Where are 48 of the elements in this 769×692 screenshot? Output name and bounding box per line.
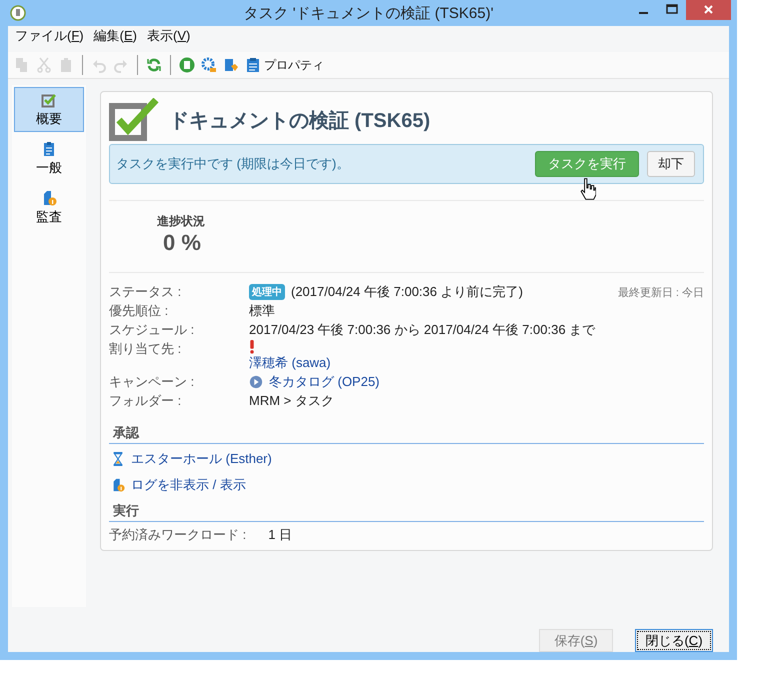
field-value: 標準 bbox=[249, 302, 275, 320]
notice-text: タスクを実行中です (期限は今日です)。 bbox=[116, 155, 350, 173]
field-value: 1 日 bbox=[268, 526, 292, 544]
exclamation-icon bbox=[249, 340, 255, 354]
status-text: (2017/04/24 午後 7:00:36 より前に完了) bbox=[291, 283, 523, 301]
assignee-link[interactable]: 澤穂希 (sawa) bbox=[249, 354, 331, 372]
play-icon bbox=[249, 375, 263, 389]
reject-button[interactable]: 却下 bbox=[647, 151, 695, 177]
sidebar-item[interactable]: 一般 bbox=[14, 136, 84, 181]
status-badge: 処理中 bbox=[249, 284, 285, 300]
hand-cursor-icon bbox=[580, 177, 596, 201]
field-value: 2017/04/23 午後 7:00:36 から 2017/04/24 午後 7:00:36 まで bbox=[249, 321, 596, 339]
field-label: 割り当て先 : bbox=[109, 340, 182, 358]
checkbox-check-icon bbox=[109, 98, 159, 142]
refresh-icon[interactable] bbox=[146, 57, 162, 73]
field-label: フォルダー : bbox=[109, 392, 182, 410]
progress-label: 進捗状況 bbox=[157, 213, 205, 230]
field-label: 優先順位 : bbox=[109, 302, 170, 320]
field-label: ステータス : bbox=[109, 283, 182, 301]
properties-button[interactable]: プロパティ bbox=[245, 56, 324, 74]
last-updated-text: 最終更新日 : 今日 bbox=[618, 286, 704, 300]
progress-value: 0 % bbox=[163, 230, 201, 256]
menu-item[interactable]: 表示(V) bbox=[142, 27, 196, 45]
field-value: MRM > タスク bbox=[249, 392, 334, 410]
close-icon[interactable] bbox=[686, 0, 731, 20]
task-title: ドキュメントの検証 (TSK65) bbox=[169, 108, 430, 134]
approver-link[interactable]: エスターホール (Esther) bbox=[131, 450, 272, 468]
menu-item[interactable]: 編集(E) bbox=[88, 27, 142, 45]
field-label: 予約済みワークロード : bbox=[109, 526, 246, 544]
hourglass-icon bbox=[111, 452, 125, 466]
window-title: タスク 'ドキュメントの検証 (TSK65)' bbox=[242, 4, 494, 22]
section-heading: 実行 bbox=[109, 502, 704, 522]
campaign-link[interactable]: 冬カタログ (OP25) bbox=[269, 373, 380, 391]
tag-icon[interactable] bbox=[223, 57, 239, 73]
field-label: キャンペーン : bbox=[109, 373, 196, 391]
document-info-icon bbox=[41, 190, 57, 206]
clipboard-icon bbox=[245, 57, 261, 73]
log-toggle-link[interactable]: ログを非表示 / 表示 bbox=[131, 476, 246, 494]
sidebar-item[interactable]: 概要 bbox=[14, 87, 84, 132]
checkbox-check-icon bbox=[41, 92, 57, 108]
app-icon bbox=[10, 5, 26, 21]
field-label: スケジュール : bbox=[109, 321, 196, 339]
clipboard-icon bbox=[41, 141, 57, 157]
menu-item[interactable]: ファイル(F) bbox=[10, 27, 89, 45]
close-button[interactable]: 閉じる(C) bbox=[635, 629, 713, 652]
sidebar-item[interactable]: 監査 bbox=[14, 185, 84, 230]
document-info-icon bbox=[111, 478, 125, 492]
section-heading: 承認 bbox=[109, 424, 704, 444]
